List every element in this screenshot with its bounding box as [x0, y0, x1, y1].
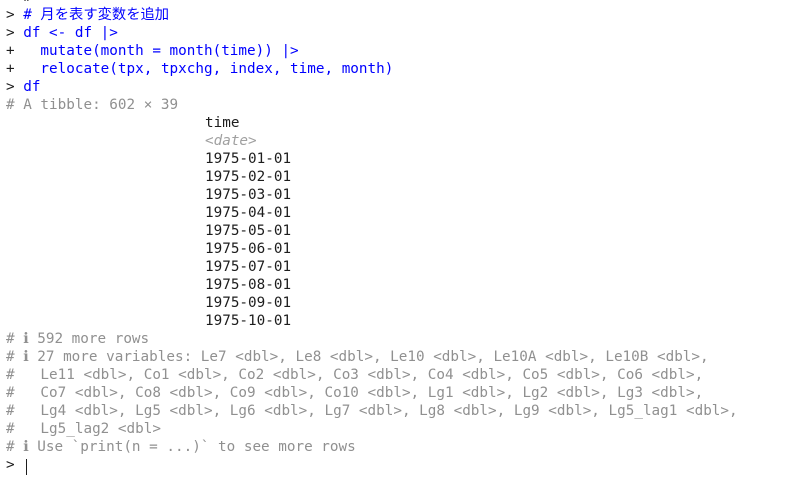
text-cursor	[26, 459, 27, 475]
cell-time: 1975-09-01	[205, 295, 292, 311]
code-text: df <- df |>	[23, 25, 118, 41]
prompt: >	[6, 457, 24, 473]
prompt: >	[6, 25, 24, 41]
cell-time: 1975-03-01	[205, 187, 292, 203]
input-line[interactable]: >	[6, 456, 23, 474]
r-console[interactable]: > # > # 月を表す変数を追加 > df <- df |> + mutate…	[0, 0, 803, 480]
comment-text: # 月を表す変数を追加	[23, 7, 170, 23]
footer-line: # ℹ 592 more rows	[6, 331, 150, 347]
footer-line: # Co7 <dbl>, Co8 <dbl>, Co9 <dbl>, Co10 …	[6, 385, 704, 401]
column-type: <date>	[205, 133, 257, 149]
cell-time: 1975-07-01	[205, 259, 292, 275]
tibble-header: # A tibble: 602 × 39	[6, 97, 179, 113]
cell-time: 1975-10-01	[205, 313, 292, 329]
footer-line: # Lg5_lag2 <dbl>	[6, 421, 161, 437]
cell-time: 1975-01-01	[205, 151, 292, 167]
continuation-prompt: +	[6, 43, 24, 59]
footer-line: # ℹ 27 more variables: Le7 <dbl>, Le8 <d…	[6, 349, 709, 365]
code-text: mutate(month = month(time)) |>	[23, 43, 299, 59]
cell-time: 1975-02-01	[205, 169, 292, 185]
code-line: > df	[6, 78, 40, 96]
code-line: > # 月を表す変数を追加	[6, 6, 169, 24]
prompt: >	[6, 79, 24, 95]
cell-time: 1975-08-01	[205, 277, 292, 293]
code-line: + relocate(tpx, tpxchg, index, time, mon…	[6, 60, 393, 78]
prompt: >	[6, 7, 24, 23]
continuation-prompt: +	[6, 61, 24, 77]
cell-time: 1975-04-01	[205, 205, 292, 221]
code-line: + mutate(month = month(time)) |>	[6, 42, 299, 60]
cell-time: 1975-06-01	[205, 241, 292, 257]
column-header: time	[205, 115, 240, 131]
code-text: df	[23, 79, 41, 95]
cell-time: 1975-05-01	[205, 223, 292, 239]
code-line: > df <- df |>	[6, 24, 118, 42]
footer-line: # ℹ Use `print(n = ...)` to see more row…	[6, 439, 356, 455]
code-text: relocate(tpx, tpxchg, index, time, month…	[23, 61, 394, 77]
footer-line: # Le11 <dbl>, Co1 <dbl>, Co2 <dbl>, Co3 …	[6, 367, 704, 383]
footer-line: # Lg4 <dbl>, Lg5 <dbl>, Lg6 <dbl>, Lg7 <…	[6, 403, 738, 419]
